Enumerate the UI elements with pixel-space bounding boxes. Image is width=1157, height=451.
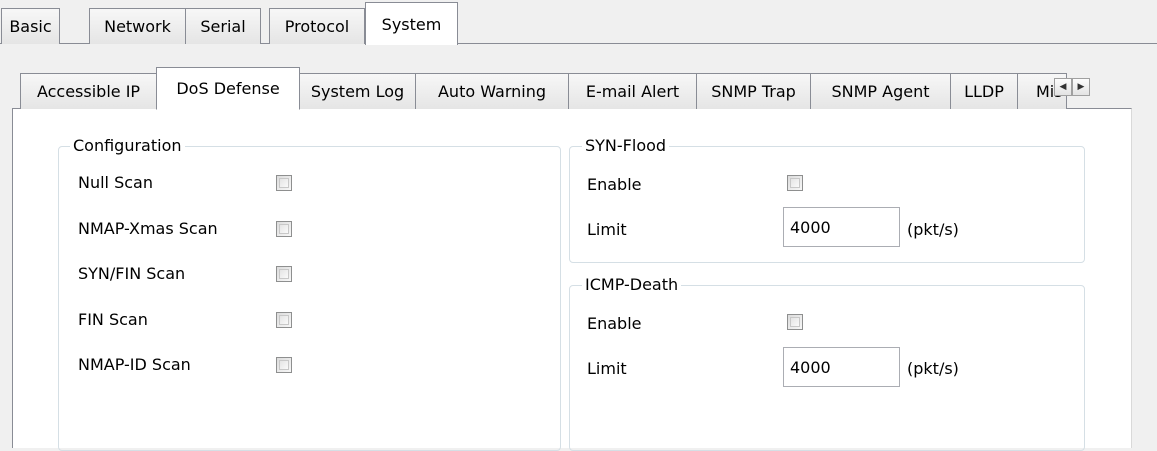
- syn-flood-enable-checkbox[interactable]: [787, 175, 803, 191]
- syn-fin-scan-checkbox[interactable]: [276, 266, 292, 282]
- tab-snmp-agent-label: SNMP Agent: [831, 82, 930, 101]
- fin-scan-label: FIN Scan: [78, 310, 148, 329]
- tab-snmp-trap-label: SNMP Trap: [711, 82, 796, 101]
- tab-email-alert[interactable]: E-mail Alert: [568, 73, 697, 109]
- syn-flood-limit-input[interactable]: [783, 207, 900, 247]
- tab-accessible-ip-label: Accessible IP: [36, 82, 141, 101]
- tab-basic-label: Basic: [9, 17, 52, 36]
- configuration-title: Configuration: [70, 136, 185, 156]
- nmap-id-scan-checkbox[interactable]: [276, 357, 292, 373]
- tab-protocol-label: Protocol: [284, 17, 350, 36]
- tab-system-log[interactable]: System Log: [299, 73, 416, 109]
- tab-basic[interactable]: Basic: [1, 8, 60, 44]
- tab-auto-warning[interactable]: Auto Warning: [415, 73, 569, 109]
- tab-lldp[interactable]: LLDP: [950, 73, 1018, 109]
- null-scan-checkbox[interactable]: [276, 175, 292, 191]
- tab-snmp-agent[interactable]: SNMP Agent: [810, 73, 951, 109]
- arrow-left-icon: ◀: [1059, 82, 1067, 92]
- tab-network-label: Network: [104, 17, 171, 36]
- icmp-death-enable-label: Enable: [587, 314, 642, 333]
- null-scan-label: Null Scan: [78, 173, 153, 192]
- tab-scroll-left-button[interactable]: ◀: [1054, 78, 1072, 96]
- tab-dos-defense[interactable]: DoS Defense: [156, 67, 300, 110]
- fin-scan-checkbox[interactable]: [276, 312, 292, 328]
- nmap-xmas-scan-label: NMAP-Xmas Scan: [78, 219, 218, 238]
- tab-scroll-right-button[interactable]: ▶: [1072, 78, 1090, 96]
- tab-snmp-trap[interactable]: SNMP Trap: [696, 73, 811, 109]
- nmap-id-scan-label: NMAP-ID Scan: [78, 355, 191, 374]
- tab-lldp-label: LLDP: [964, 82, 1004, 101]
- tab-email-alert-label: E-mail Alert: [585, 82, 680, 101]
- tab-system[interactable]: System: [365, 2, 458, 45]
- tab-system-log-label: System Log: [310, 82, 405, 101]
- icmp-death-limit-label: Limit: [587, 359, 627, 378]
- tab-protocol[interactable]: Protocol: [269, 8, 365, 44]
- tab-auto-warning-label: Auto Warning: [437, 82, 546, 101]
- arrow-right-icon: ▶: [1077, 82, 1085, 92]
- syn-flood-limit-label: Limit: [587, 220, 627, 239]
- syn-flood-title: SYN-Flood: [582, 136, 670, 156]
- tab-serial[interactable]: Serial: [185, 8, 261, 44]
- icmp-death-unit: (pkt/s): [907, 359, 959, 378]
- syn-fin-scan-label: SYN/FIN Scan: [78, 264, 186, 283]
- icmp-death-enable-checkbox[interactable]: [787, 314, 803, 330]
- tab-system-label: System: [381, 14, 442, 34]
- syn-flood-enable-label: Enable: [587, 175, 642, 194]
- tab-network[interactable]: Network: [89, 8, 186, 44]
- tab-serial-label: Serial: [200, 17, 246, 36]
- tab-dos-defense-label: DoS Defense: [176, 79, 280, 98]
- nmap-xmas-scan-checkbox[interactable]: [276, 221, 292, 237]
- icmp-death-limit-input[interactable]: [783, 347, 900, 387]
- syn-flood-unit: (pkt/s): [907, 220, 959, 239]
- icmp-death-title: ICMP-Death: [582, 275, 682, 295]
- tab-accessible-ip[interactable]: Accessible IP: [20, 73, 157, 109]
